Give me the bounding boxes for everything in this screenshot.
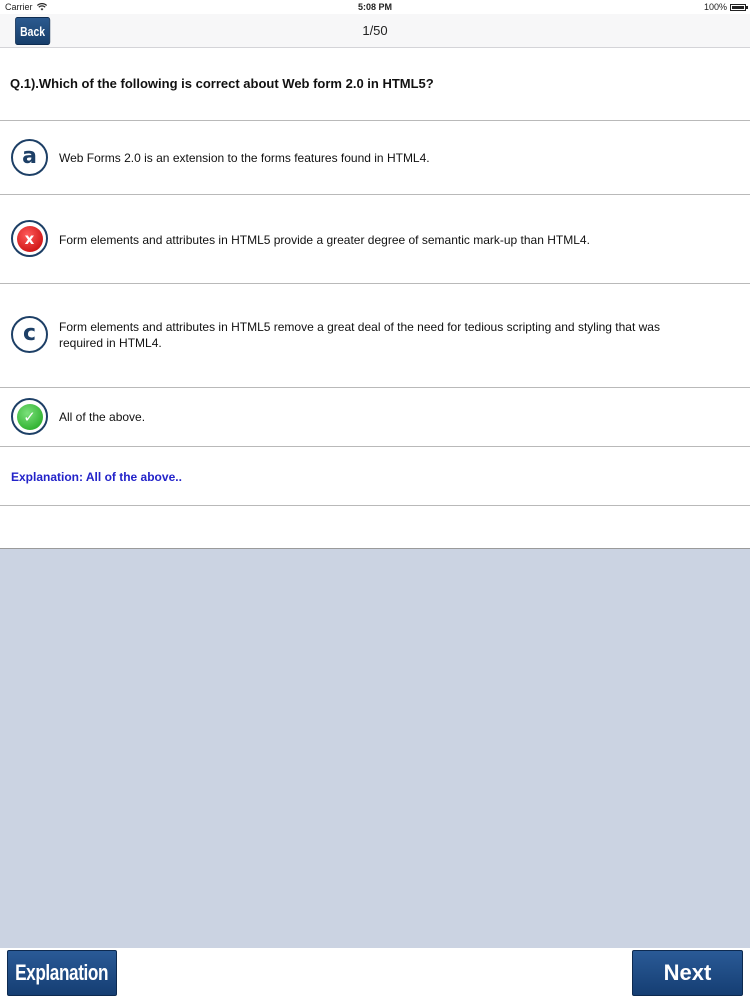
explanation-text: Explanation: All of the above.. xyxy=(0,447,750,506)
option-d-text: All of the above. xyxy=(59,410,146,424)
clock: 5:08 PM xyxy=(357,2,392,12)
option-a-text: Web Forms 2.0 is an extension to the for… xyxy=(59,151,430,165)
question-counter: 1/50 xyxy=(362,23,388,38)
option-b[interactable]: x Form elements and attributes in HTML5 … xyxy=(0,195,750,284)
content-background xyxy=(0,549,750,948)
option-c-letter: c xyxy=(22,320,37,346)
explanation-button-label: Explanation xyxy=(15,960,109,985)
battery-icon xyxy=(730,3,748,11)
option-b-text: Form elements and attributes in HTML5 pr… xyxy=(59,233,590,247)
battery-group: 100% xyxy=(703,2,748,12)
wrong-answer-icon: x xyxy=(11,220,48,257)
explanation-button[interactable]: Explanation xyxy=(7,950,117,996)
option-c[interactable]: c Form elements and attributes in HTML5 … xyxy=(0,284,750,388)
wrong-mark: x xyxy=(16,225,43,252)
status-bar: Carrier 5:08 PM 100% xyxy=(0,0,750,14)
option-d[interactable]: ✓ All of the above. xyxy=(0,388,750,447)
option-c-letter-icon: c xyxy=(11,316,48,353)
navigation-bar: Back 1/50 xyxy=(0,14,750,48)
bottom-toolbar: Explanation Next xyxy=(0,948,750,1000)
option-a-letter-icon: a xyxy=(11,139,48,176)
option-a[interactable]: a Web Forms 2.0 is an extension to the f… xyxy=(0,121,750,195)
next-button[interactable]: Next xyxy=(632,950,743,996)
spacer-row xyxy=(0,506,750,549)
option-c-text: Form elements and attributes in HTML5 re… xyxy=(59,320,660,350)
battery-percent: 100% xyxy=(703,2,727,12)
correct-answer-icon: ✓ xyxy=(11,398,48,435)
question-text: Q.1).Which of the following is correct a… xyxy=(0,48,750,121)
check-mark: ✓ xyxy=(16,403,43,430)
option-a-letter: a xyxy=(22,143,37,169)
